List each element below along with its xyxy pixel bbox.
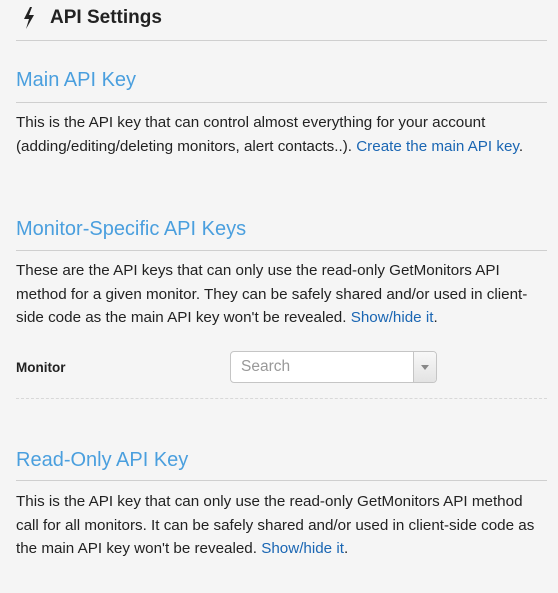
monitor-select[interactable]: Search — [230, 351, 437, 383]
create-main-api-key-link[interactable]: Create the main API key — [356, 138, 519, 155]
select-arrow-button[interactable] — [413, 352, 436, 382]
page-title: API Settings — [50, 7, 162, 28]
monitor-form-divider — [16, 398, 547, 399]
monitor-specific-keys-trailing: . — [433, 309, 438, 326]
monitor-specific-keys-divider — [16, 250, 547, 251]
read-only-key-trailing: . — [343, 540, 349, 557]
monitor-label: Monitor — [16, 360, 66, 375]
read-only-key-title: Read-Only API Key — [16, 449, 189, 471]
read-only-key-description: This is the API key that can only use th… — [16, 490, 546, 561]
main-api-key-description: This is the API key that can control alm… — [16, 111, 546, 158]
monitor-specific-keys-description: These are the API keys that can only use… — [16, 259, 546, 330]
monitor-specific-keys-text: These are the API keys that can only use… — [16, 262, 528, 326]
main-api-key-title: Main API Key — [16, 69, 137, 91]
read-only-key-divider — [16, 480, 547, 481]
show-hide-monitor-keys-link[interactable]: Show/hide it — [351, 309, 434, 326]
main-api-key-divider — [16, 102, 547, 103]
monitor-select-placeholder: Search — [241, 358, 291, 375]
chevron-down-icon — [421, 364, 429, 370]
monitor-specific-keys-title: Monitor-Specific API Keys — [16, 218, 247, 240]
lightning-bolt-icon — [22, 7, 36, 29]
api-settings-panel: API Settings Main API Key This is the AP… — [0, 0, 558, 593]
panel-header: API Settings — [22, 5, 162, 31]
header-divider — [16, 40, 547, 41]
main-api-key-trailing: . — [518, 137, 524, 155]
show-hide-read-only-key-link[interactable]: Show/hide it — [261, 540, 344, 557]
